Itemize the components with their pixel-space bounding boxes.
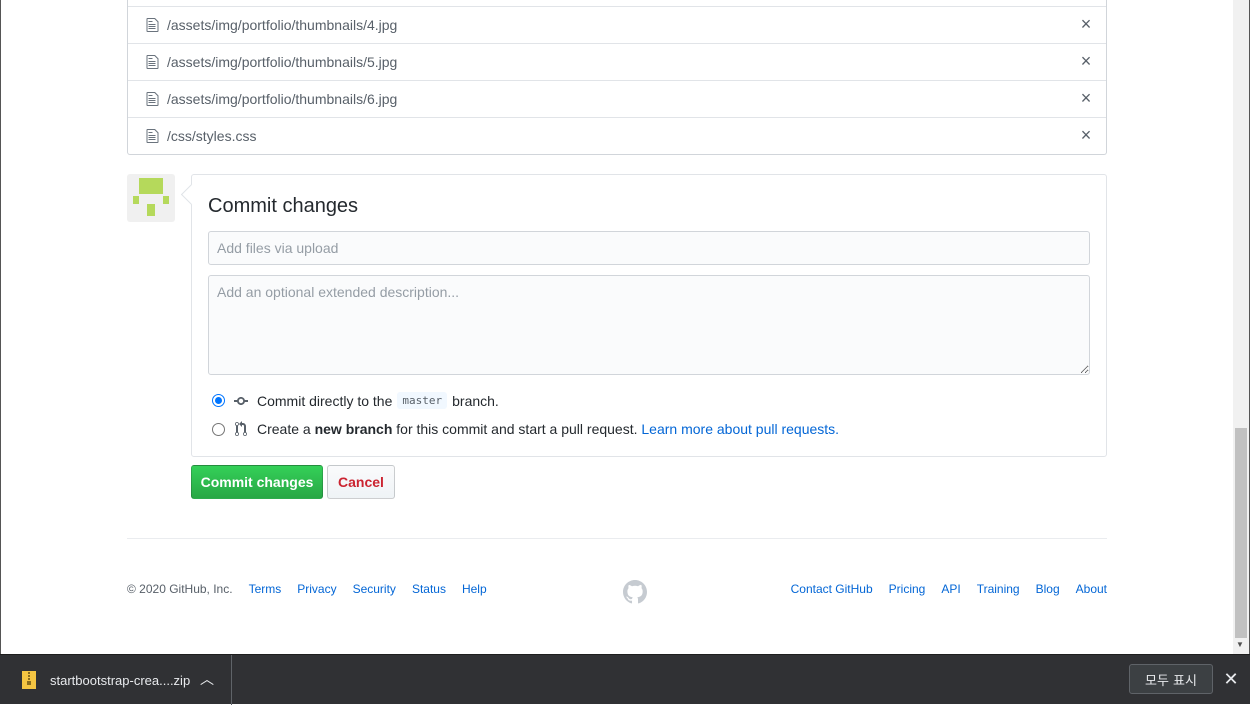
footer-link-security[interactable]: Security	[353, 582, 396, 596]
commit-title: Commit changes	[208, 195, 359, 217]
file-icon	[146, 129, 159, 143]
footer-left: © 2020 GitHub, Inc. Terms Privacy Securi…	[127, 582, 503, 596]
new-branch-middle: for this commit and start a pull request…	[396, 421, 638, 437]
footer-link-status[interactable]: Status	[412, 582, 446, 596]
remove-file-icon[interactable]: ×	[1078, 89, 1094, 107]
branch-name: master	[397, 392, 448, 409]
download-item[interactable]: startbootstrap-crea....zip ︿	[0, 655, 232, 705]
commit-summary-input[interactable]	[208, 231, 1090, 265]
footer-link-blog[interactable]: Blog	[1036, 582, 1060, 596]
commit-changes-button[interactable]: Commit changes	[191, 465, 323, 499]
file-path: /css/styles.css	[167, 128, 257, 144]
footer-link-privacy[interactable]: Privacy	[297, 582, 336, 596]
file-icon	[146, 18, 159, 32]
footer-link-pricing[interactable]: Pricing	[889, 582, 926, 596]
commit-direct-radio[interactable]	[212, 394, 225, 407]
footer-link-terms[interactable]: Terms	[249, 582, 282, 596]
footer-link-help[interactable]: Help	[462, 582, 487, 596]
footer-right: Contact GitHub Pricing API Training Blog…	[791, 582, 1107, 596]
scrollbar-thumb[interactable]	[1235, 428, 1247, 638]
commit-direct-prefix: Commit directly to the	[257, 392, 393, 409]
footer-link-about[interactable]: About	[1076, 582, 1107, 596]
commit-direct-suffix: branch.	[452, 392, 499, 409]
file-row: /assets/img/portfolio/thumbnails/5.jpg ×	[128, 43, 1106, 80]
git-pull-request-icon	[235, 421, 247, 436]
file-row: /css/styles.css ×	[128, 117, 1106, 154]
footer-link-api[interactable]: API	[941, 582, 960, 596]
remove-file-icon[interactable]: ×	[1078, 15, 1094, 33]
file-list: /assets/img/portfolio/thumbnails/4.jpg ×…	[127, 0, 1107, 155]
download-file-name: startbootstrap-crea....zip	[50, 673, 191, 688]
remove-file-icon[interactable]: ×	[1078, 126, 1094, 144]
scroll-down-arrow-icon[interactable]: ▼	[1236, 640, 1244, 649]
footer-divider	[127, 538, 1107, 539]
new-branch-option[interactable]: Create a new branch for this commit and …	[212, 421, 839, 437]
identicon-icon	[133, 178, 169, 216]
file-icon	[146, 92, 159, 106]
file-icon	[146, 55, 159, 69]
close-icon[interactable]: ✕	[1222, 669, 1240, 690]
footer-link-training[interactable]: Training	[977, 582, 1020, 596]
new-branch-radio[interactable]	[212, 422, 225, 436]
commit-direct-option[interactable]: Commit directly to the master branch.	[212, 392, 499, 409]
copyright: © 2020 GitHub, Inc.	[127, 582, 233, 596]
zip-file-icon	[22, 671, 36, 689]
new-branch-bold: new branch	[314, 421, 393, 437]
avatar[interactable]	[127, 174, 175, 222]
download-bar: startbootstrap-crea....zip ︿ 모두 표시 ✕	[0, 654, 1250, 705]
file-path: /assets/img/portfolio/thumbnails/5.jpg	[167, 54, 398, 70]
file-row: /assets/img/portfolio/thumbnails/4.jpg ×	[128, 6, 1106, 43]
remove-file-icon[interactable]: ×	[1078, 52, 1094, 70]
commit-description-input[interactable]	[208, 275, 1090, 375]
show-all-downloads-button[interactable]: 모두 표시	[1129, 664, 1213, 694]
git-commit-icon	[234, 396, 248, 405]
chevron-up-icon[interactable]: ︿	[200, 669, 214, 689]
file-row: /assets/img/portfolio/thumbnails/6.jpg ×	[128, 80, 1106, 117]
footer-link-contact[interactable]: Contact GitHub	[791, 582, 873, 596]
file-path: /assets/img/portfolio/thumbnails/6.jpg	[167, 91, 398, 107]
cancel-button[interactable]: Cancel	[327, 465, 395, 499]
file-path: /assets/img/portfolio/thumbnails/4.jpg	[167, 17, 398, 33]
github-logo-icon[interactable]	[623, 580, 647, 604]
pull-requests-help-link[interactable]: Learn more about pull requests.	[641, 421, 839, 437]
commit-form: Commit changes Commit directly to the ma…	[191, 174, 1107, 457]
window-border-left	[0, 0, 1, 654]
new-branch-prefix: Create a	[257, 421, 311, 437]
